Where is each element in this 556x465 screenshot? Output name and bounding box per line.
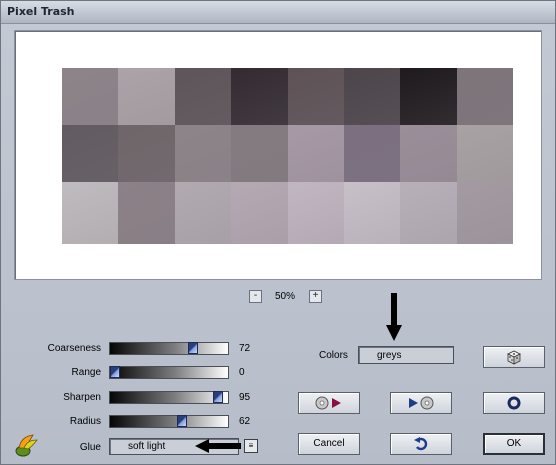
- range-label: Range: [71, 367, 101, 378]
- preview-tile: [231, 68, 288, 125]
- preview-tile: [400, 182, 457, 244]
- range-slider-handle[interactable]: [110, 366, 120, 378]
- radius-slider-handle[interactable]: [176, 415, 187, 427]
- circle-icon: [507, 396, 521, 410]
- cancel-button[interactable]: Cancel: [298, 433, 360, 455]
- ok-button[interactable]: OK: [483, 433, 545, 455]
- preview-tile: [457, 125, 513, 182]
- colors-label: Colors: [319, 350, 348, 361]
- dice-icon: [507, 350, 521, 365]
- radius-slider[interactable]: [109, 415, 229, 428]
- preview-tile: [62, 182, 118, 244]
- sharpen-slider-handle[interactable]: [212, 391, 223, 403]
- reset-button[interactable]: [483, 392, 545, 414]
- preview-tile: [288, 182, 344, 244]
- preview-tile: [457, 68, 513, 125]
- preview-tile: [175, 125, 231, 182]
- load-preset-button[interactable]: [298, 392, 360, 414]
- preview-image[interactable]: [62, 68, 513, 244]
- sharpen-value: 95: [239, 392, 251, 403]
- plugin-logo-icon: [15, 434, 38, 457]
- preview-tile: [288, 68, 344, 125]
- zoom-in-button[interactable]: +: [309, 290, 322, 303]
- preview-tile: [62, 125, 118, 182]
- sharpen-slider[interactable]: [109, 391, 229, 404]
- annotation-arrow-down-icon: [386, 293, 402, 341]
- preview-tile: [288, 125, 344, 182]
- preview-tile: [175, 68, 231, 125]
- zoom-out-button[interactable]: -: [249, 290, 262, 303]
- preview-tile: [118, 125, 175, 182]
- filter-dialog-window: Pixel Trash - 50% + Coarseness 72 Range …: [0, 0, 556, 465]
- radius-value: 62: [239, 416, 251, 427]
- coarseness-label: Coarseness: [47, 343, 101, 354]
- annotation-arrow-left-icon: [195, 439, 241, 453]
- preview-tile: [118, 182, 175, 244]
- colors-value: greys: [377, 350, 402, 361]
- glue-value: soft light: [128, 441, 166, 452]
- coarseness-slider-handle[interactable]: [187, 342, 198, 354]
- glue-dropdown-button[interactable]: ≡: [244, 439, 258, 453]
- coarseness-value: 72: [239, 343, 251, 354]
- preview-tile: [344, 182, 400, 244]
- undo-button[interactable]: [390, 433, 452, 455]
- preview-tile: [62, 68, 118, 125]
- play-to-disc-icon: [409, 396, 434, 410]
- title-bar[interactable]: Pixel Trash: [1, 1, 555, 24]
- coarseness-slider[interactable]: [109, 342, 229, 355]
- list-icon: ≡: [248, 441, 254, 450]
- colors-select[interactable]: greys: [358, 346, 454, 364]
- range-slider[interactable]: [109, 366, 229, 379]
- range-value: 0: [239, 367, 245, 378]
- preview-tile: [344, 68, 400, 125]
- zoom-level: 50%: [274, 291, 295, 302]
- undo-icon: [414, 437, 428, 451]
- preview-tile: [231, 125, 288, 182]
- preview-tile: [231, 182, 288, 244]
- preview-tile: [344, 125, 400, 182]
- preview-tile: [118, 68, 175, 125]
- window-title: Pixel Trash: [7, 5, 75, 18]
- preview-tile: [400, 125, 457, 182]
- preview-tile: [457, 182, 513, 244]
- randomize-button[interactable]: [483, 346, 545, 368]
- radius-label: Radius: [69, 416, 101, 427]
- sharpen-label: Sharpen: [63, 392, 101, 403]
- preview-tile: [175, 182, 231, 244]
- preview-tile: [400, 68, 457, 125]
- preview-panel: [14, 30, 542, 280]
- disc-to-play-icon: [315, 396, 341, 410]
- save-preset-button[interactable]: [390, 392, 452, 414]
